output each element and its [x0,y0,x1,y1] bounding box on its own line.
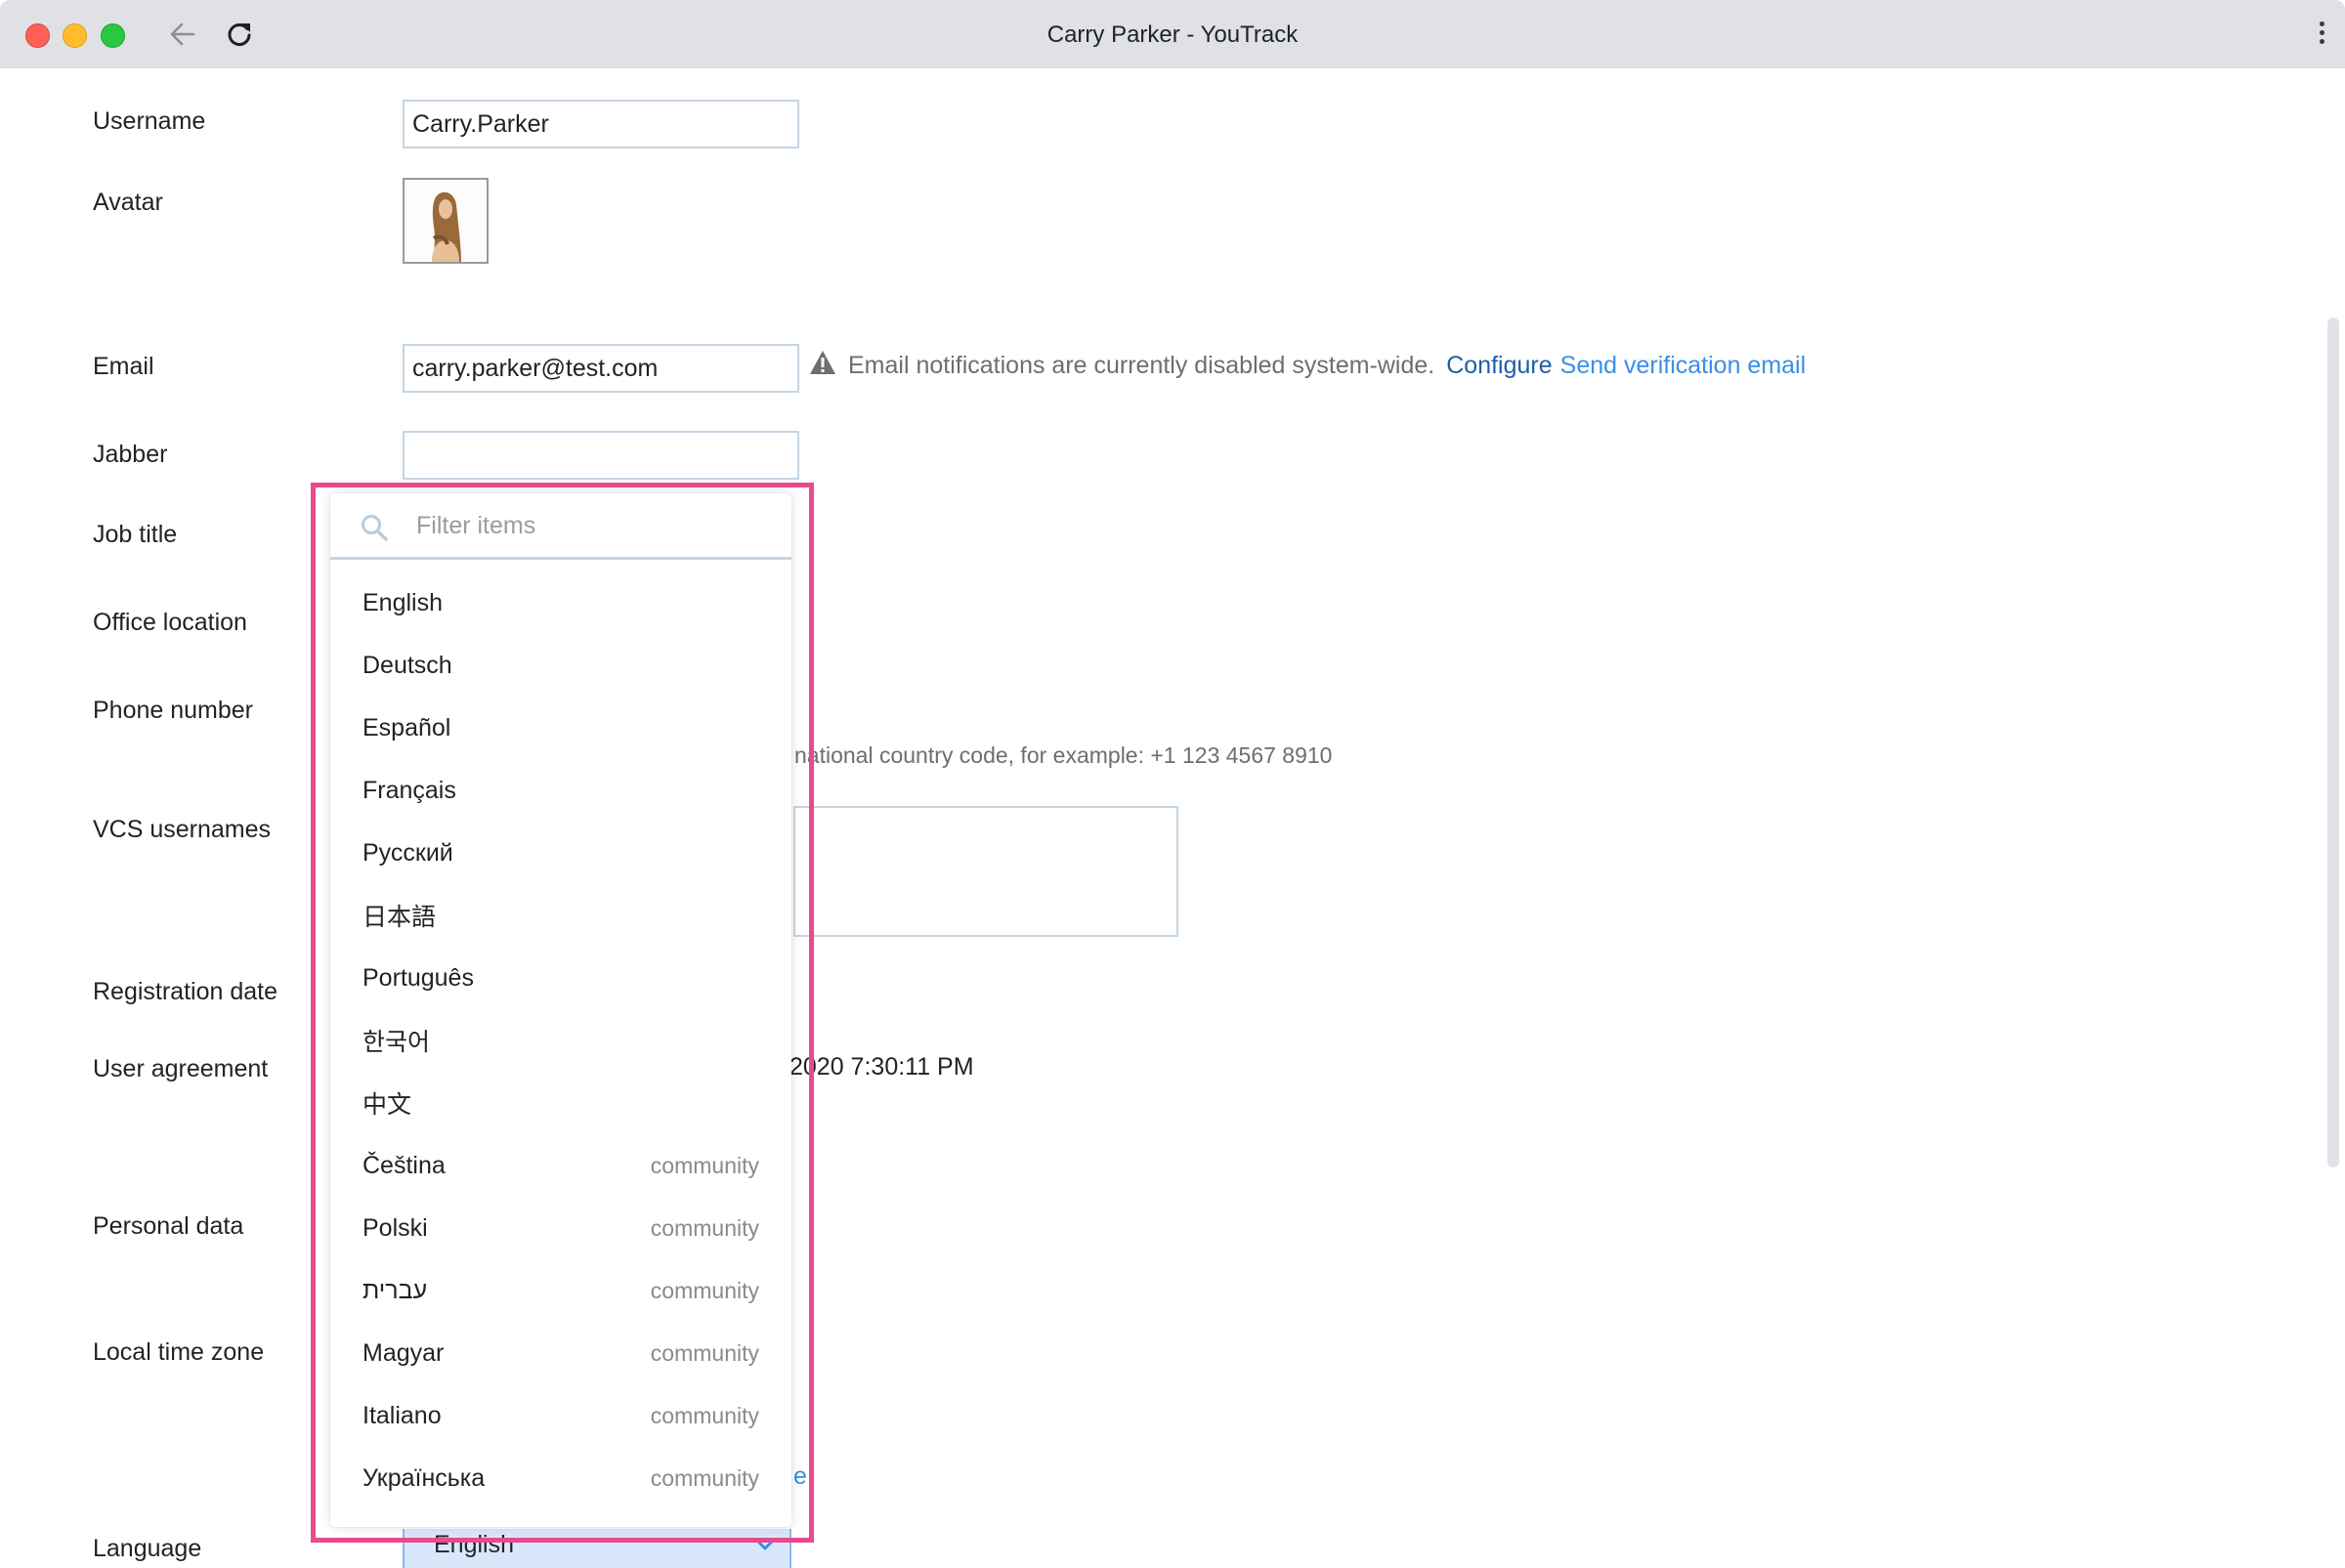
language-option-label: עברית [362,1276,428,1304]
language-option-label: Čeština [362,1151,446,1179]
more-vertical-icon[interactable] [2312,18,2331,53]
language-option[interactable]: Polski community [330,1197,791,1259]
language-option[interactable]: Čeština community [330,1134,791,1197]
phone-number-label: Phone number [93,697,254,724]
chevron-down-icon [756,1539,774,1557]
language-option-label: Português [362,963,474,992]
language-option[interactable]: Українська community [330,1447,791,1509]
vcs-usernames-textarea[interactable] [793,806,1178,937]
language-option[interactable]: Español [330,697,791,759]
community-tag: community [650,1277,759,1303]
language-option-label: Español [362,713,451,742]
search-icon [360,513,389,547]
registration-date-label: Registration date [93,978,278,1005]
office-location-label: Office location [93,609,247,636]
page-scrollbar[interactable] [2327,318,2339,1167]
language-option[interactable]: Deutsch [330,634,791,697]
community-tag: community [650,1152,759,1178]
warning-icon [809,350,836,382]
email-input[interactable]: carry.parker@test.com [403,344,799,393]
configure-link[interactable]: Configure [1446,352,1552,380]
username-label: Username [93,107,206,135]
language-option[interactable]: 日本語 [330,884,791,947]
personal-data-label: Personal data [93,1212,244,1240]
time-zone-link-fragment[interactable]: e [793,1462,807,1491]
email-notice: Email notifications are currently disabl… [809,350,1806,382]
language-option[interactable]: Italiano community [330,1384,791,1447]
language-option-label: Polski [362,1213,428,1242]
language-option-label: 中文 [362,1091,412,1119]
avatar-label: Avatar [93,189,163,216]
phone-number-hint: national country code, for example: +1 1… [794,742,1333,768]
language-option-label: 한국어 [362,1029,431,1056]
language-select-value: English [434,1531,514,1558]
username-input[interactable]: Carry.Parker [403,100,799,148]
vcs-usernames-label: VCS usernames [93,816,272,843]
community-tag: community [650,1464,759,1491]
language-options-list: English Deutsch Español Français Русский 日本語 P… [330,572,791,1509]
community-tag: community [650,1214,759,1241]
language-option[interactable]: Português [330,947,791,1009]
browser-title-bar: Carry Parker - YouTrack [0,0,2345,68]
language-option-label: 日本語 [362,904,437,931]
language-option[interactable]: English [330,572,791,634]
user-agreement-accepted-date: 2020 7:30:11 PM [789,1053,974,1081]
job-title-label: Job title [93,521,178,548]
email-label: Email [93,353,154,380]
language-dropdown: English Deutsch Español Français Русский 日本語 P… [330,493,791,1527]
local-time-zone-label: Local time zone [93,1338,265,1366]
language-select[interactable]: English [403,1529,791,1568]
language-option-label: Deutsch [362,651,452,679]
language-option-label: Русский [362,838,453,867]
language-option-label: Українська [362,1463,486,1492]
community-tag: community [650,1402,759,1428]
filter-row [330,493,791,560]
jabber-label: Jabber [93,441,168,468]
language-option-label: Magyar [362,1338,445,1367]
avatar-image[interactable] [403,178,489,264]
filter-items-input[interactable] [414,503,770,548]
email-notice-text: Email notifications are currently disabl… [848,352,1435,379]
language-option[interactable]: Français [330,759,791,822]
jabber-input[interactable] [403,431,799,480]
language-option[interactable]: 中文 [330,1072,791,1134]
community-tag: community [650,1339,759,1366]
send-verification-email-link[interactable]: Send verification email [1560,352,1807,380]
language-label: Language [93,1535,202,1562]
window-title: Carry Parker - YouTrack [1046,21,1299,48]
user-agreement-label: User agreement [93,1055,269,1082]
language-option[interactable]: עברית community [330,1259,791,1322]
language-option[interactable]: Русский [330,822,791,884]
language-option[interactable]: Magyar community [330,1322,791,1384]
language-option-label: Italiano [362,1401,442,1429]
language-option[interactable]: 한국어 [330,1009,791,1072]
language-option-label: English [362,588,443,616]
language-option-label: Français [362,776,456,804]
